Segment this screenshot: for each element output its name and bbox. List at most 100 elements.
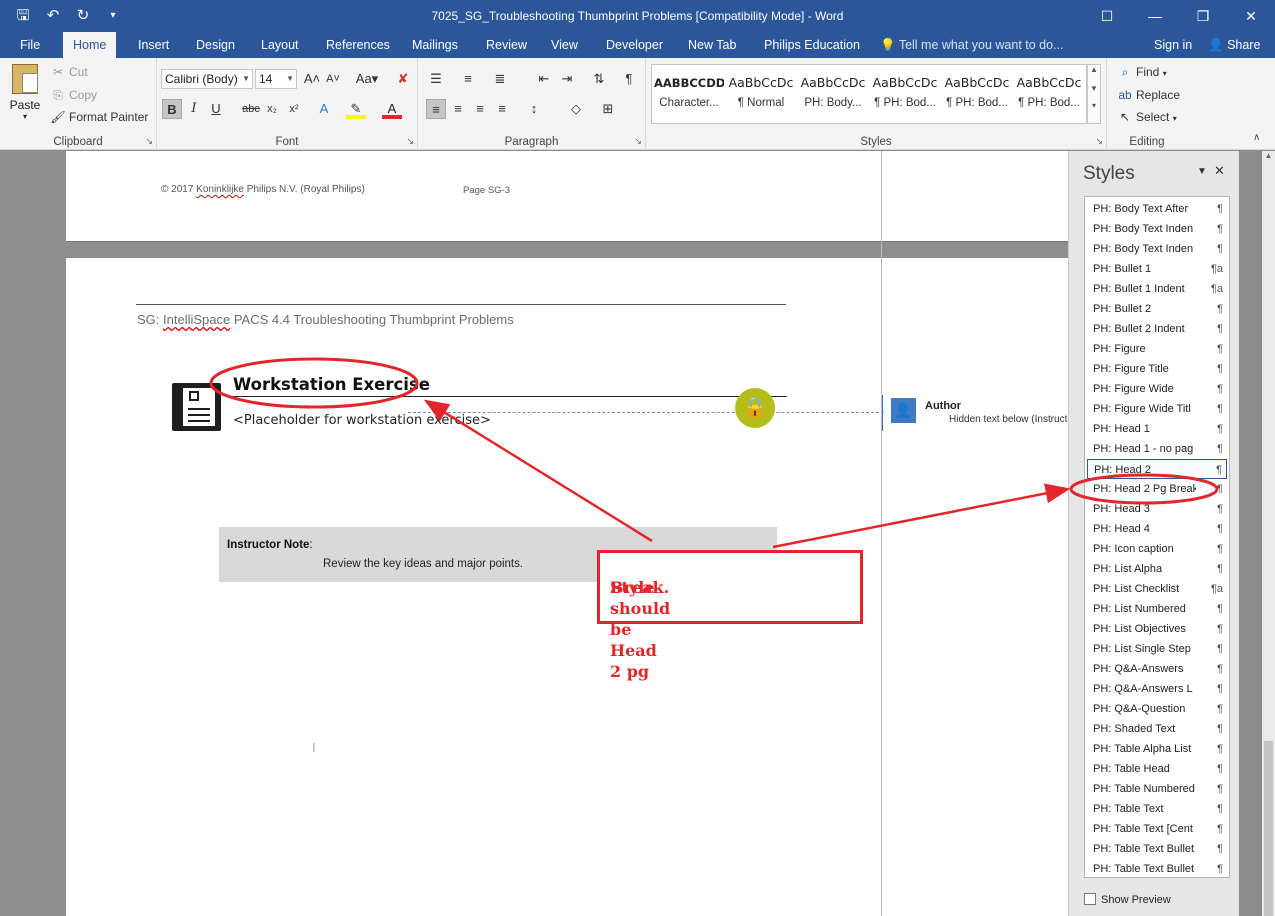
page-current[interactable]: SG: IntelliSpace PACS 4.4 Troubleshootin… bbox=[66, 258, 1068, 916]
shading-icon[interactable]: ◇ bbox=[566, 99, 586, 119]
scroll-up-icon[interactable]: ▲ bbox=[1262, 151, 1275, 160]
align-center-icon[interactable]: ≡ bbox=[448, 99, 468, 119]
font-name-select[interactable]: Calibri (Body) ▼ bbox=[161, 69, 253, 89]
style-list-item[interactable]: PH: Head 2 ¶ bbox=[1087, 459, 1227, 479]
style-list-item[interactable]: PH: List Objectives ¶ bbox=[1087, 619, 1227, 639]
increase-indent-icon[interactable]: ⇥ bbox=[557, 69, 577, 89]
grow-font-icon[interactable]: A˄ bbox=[302, 69, 322, 89]
dialog-launcher-icon[interactable]: ↘ bbox=[1095, 136, 1103, 147]
page-previous[interactable]: © 2017 Koninklijke Philips N.V. (Royal P… bbox=[66, 151, 1068, 242]
minimize-icon[interactable]: — bbox=[1131, 0, 1179, 32]
style-list-item[interactable]: PH: Q&A-Answers ¶ bbox=[1087, 659, 1227, 679]
pilcrow-icon[interactable]: ¶ bbox=[619, 69, 639, 89]
clear-formatting-icon[interactable]: ✘ bbox=[393, 69, 413, 89]
italic-icon[interactable]: I bbox=[184, 99, 204, 119]
format-painter-button[interactable]: 🖌 Format Painter bbox=[50, 107, 148, 127]
style-tile[interactable]: AaBbCcDc PH: Body... bbox=[798, 69, 868, 121]
style-list-item[interactable]: PH: Head 1 - no pag ¶ bbox=[1087, 439, 1227, 459]
style-list-item[interactable]: PH: List Checklist ¶a bbox=[1087, 579, 1227, 599]
style-list-item[interactable]: PH: Figure Wide Titl ¶ bbox=[1087, 399, 1227, 419]
justify-icon[interactable]: ≡ bbox=[492, 99, 512, 119]
cut-button[interactable]: ✂ Cut bbox=[50, 62, 88, 82]
subscript-icon[interactable]: x₂ bbox=[262, 99, 282, 119]
tab-insert[interactable]: Insert bbox=[128, 32, 179, 58]
dialog-launcher-icon[interactable]: ↘ bbox=[145, 136, 153, 147]
borders-icon[interactable]: ⊞ bbox=[598, 99, 618, 119]
style-list-item[interactable]: PH: Q&A-Question ¶ bbox=[1087, 699, 1227, 719]
style-list-item[interactable]: PH: Body Text Inden ¶ bbox=[1087, 239, 1227, 259]
style-list-item[interactable]: PH: Table Text Bullet ¶ bbox=[1087, 859, 1227, 877]
style-list-item[interactable]: PH: Q&A-Answers L ¶ bbox=[1087, 679, 1227, 699]
font-size-select[interactable]: 14 ▼ bbox=[255, 69, 297, 89]
style-list-item[interactable]: PH: Table Text ¶ bbox=[1087, 799, 1227, 819]
style-list-item[interactable]: PH: Body Text Inden ¶ bbox=[1087, 219, 1227, 239]
style-list-item[interactable]: PH: Icon caption ¶ bbox=[1087, 539, 1227, 559]
style-list-item[interactable]: PH: List Single Step ¶ bbox=[1087, 639, 1227, 659]
style-list-item[interactable]: PH: Head 4 ¶ bbox=[1087, 519, 1227, 539]
close-pane-icon[interactable]: ✕ bbox=[1214, 163, 1225, 179]
style-list-item[interactable]: PH: Bullet 1 ¶a bbox=[1087, 259, 1227, 279]
paste-button[interactable]: Paste ▾ bbox=[8, 62, 42, 132]
sort-icon[interactable]: ⇅ bbox=[589, 69, 609, 89]
dialog-launcher-icon[interactable]: ↘ bbox=[406, 136, 414, 147]
find-button[interactable]: ⌕ Find ▾ bbox=[1117, 62, 1167, 82]
tab-review[interactable]: Review bbox=[476, 32, 537, 58]
show-preview-checkbox[interactable]: Show Preview bbox=[1084, 893, 1171, 906]
decrease-indent-icon[interactable]: ⇤ bbox=[534, 69, 554, 89]
text-effects-icon[interactable]: A bbox=[314, 99, 334, 119]
highlight-icon[interactable]: ✎ bbox=[346, 99, 366, 119]
multilevel-list-icon[interactable]: ≣ bbox=[490, 69, 510, 89]
style-list-item[interactable]: PH: Figure Wide ¶ bbox=[1087, 379, 1227, 399]
font-color-icon[interactable]: A bbox=[382, 99, 402, 119]
more-icon[interactable]: ▾ bbox=[1088, 101, 1100, 110]
style-tile[interactable]: AABBCCDD Character... bbox=[654, 69, 724, 121]
tell-me-search[interactable]: 💡 Tell me what you want to do... bbox=[880, 32, 1064, 58]
style-list-item[interactable]: PH: Table Text [Cent ¶ bbox=[1087, 819, 1227, 839]
ribbon-display-options-icon[interactable]: ☐ bbox=[1083, 0, 1131, 32]
replace-button[interactable]: ab Replace bbox=[1117, 85, 1180, 105]
style-tile[interactable]: AaBbCcDc ¶ Normal bbox=[726, 69, 796, 121]
style-list-item[interactable]: PH: Table Alpha List ¶ bbox=[1087, 739, 1227, 759]
dialog-launcher-icon[interactable]: ↘ bbox=[634, 136, 642, 147]
style-list-item[interactable]: PH: Body Text After ¶ bbox=[1087, 199, 1227, 219]
style-list-item[interactable]: PH: Bullet 2 ¶ bbox=[1087, 299, 1227, 319]
change-case-icon[interactable]: Aa▾ bbox=[353, 69, 381, 89]
close-icon[interactable]: ✕ bbox=[1227, 0, 1275, 32]
copy-button[interactable]: ⎘ Copy bbox=[50, 85, 97, 105]
style-tile[interactable]: AaBbCcDc ¶ PH: Bod... bbox=[1014, 69, 1084, 121]
style-list-item[interactable]: PH: Table Text Bullet ¶ bbox=[1087, 839, 1227, 859]
chevron-down-icon[interactable]: ▼ bbox=[1088, 84, 1100, 93]
style-list-item[interactable]: PH: Head 2 Pg Break ¶ bbox=[1087, 479, 1227, 499]
tab-mailings[interactable]: Mailings bbox=[402, 32, 468, 58]
share-button[interactable]: 👤 Share bbox=[1208, 32, 1260, 58]
style-list-item[interactable]: PH: List Numbered ¶ bbox=[1087, 599, 1227, 619]
style-tile[interactable]: AaBbCcDc ¶ PH: Bod... bbox=[942, 69, 1012, 121]
style-list-item[interactable]: PH: Head 3 ¶ bbox=[1087, 499, 1227, 519]
align-right-icon[interactable]: ≡ bbox=[470, 99, 490, 119]
strikethrough-icon[interactable]: abc bbox=[241, 99, 261, 119]
style-list-item[interactable]: PH: Figure ¶ bbox=[1087, 339, 1227, 359]
superscript-icon[interactable]: x² bbox=[284, 99, 304, 119]
style-list-item[interactable]: PH: List Alpha ¶ bbox=[1087, 559, 1227, 579]
tab-philips-education[interactable]: Philips Education bbox=[754, 32, 870, 58]
numbering-icon[interactable]: ≡ bbox=[458, 69, 478, 89]
style-list-item[interactable]: PH: Figure Title ¶ bbox=[1087, 359, 1227, 379]
lock-icon[interactable]: 🔒 bbox=[735, 388, 775, 428]
exercise-heading[interactable]: Workstation Exercise bbox=[233, 375, 430, 394]
style-list-item[interactable]: PH: Head 1 ¶ bbox=[1087, 419, 1227, 439]
tab-layout[interactable]: Layout bbox=[251, 32, 309, 58]
shrink-font-icon[interactable]: A˅ bbox=[323, 69, 343, 89]
checkbox-icon[interactable] bbox=[1084, 893, 1096, 905]
style-list-item[interactable]: PH: Table Numbered ¶ bbox=[1087, 779, 1227, 799]
underline-icon[interactable]: U bbox=[206, 99, 226, 119]
collapse-ribbon-icon[interactable]: ∧ bbox=[1253, 132, 1260, 143]
restore-icon[interactable]: ❐ bbox=[1179, 0, 1227, 32]
vertical-scrollbar[interactable]: ▲ bbox=[1262, 151, 1275, 916]
align-left-icon[interactable]: ≡ bbox=[426, 99, 446, 119]
line-spacing-icon[interactable]: ↕ bbox=[524, 99, 544, 119]
select-button[interactable]: ↖ Select ▾ bbox=[1117, 107, 1177, 127]
tab-home[interactable]: Home bbox=[63, 32, 117, 58]
document-area[interactable]: © 2017 Koninklijke Philips N.V. (Royal P… bbox=[0, 151, 1068, 916]
placeholder-text[interactable]: <Placeholder for workstation exercise> bbox=[233, 413, 491, 428]
styles-list[interactable]: PH: Body Text After ¶ PH: Body Text Inden ¶… bbox=[1084, 196, 1230, 878]
